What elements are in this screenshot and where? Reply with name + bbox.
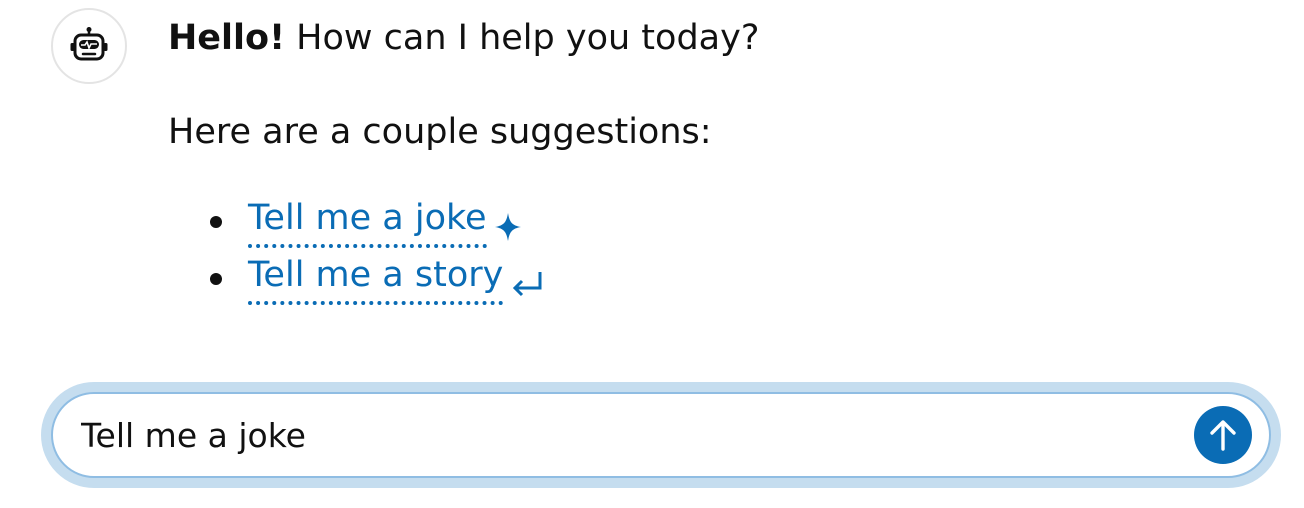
- suggestion-list: Tell me a joke Tell me a story: [168, 192, 1268, 306]
- suggestion-link-story[interactable]: Tell me a story: [248, 249, 504, 305]
- suggestion-link-joke[interactable]: Tell me a joke: [248, 192, 487, 248]
- composer: [41, 382, 1281, 488]
- assistant-message: Hello! How can I help you today? Here ar…: [168, 8, 1268, 306]
- suggestion-item: Tell me a story: [168, 249, 1268, 306]
- greeting-text: How can I help you today?: [285, 18, 760, 58]
- enter-icon: [509, 259, 545, 319]
- greeting-bold: Hello!: [168, 18, 286, 58]
- send-button[interactable]: [1194, 406, 1252, 464]
- suggestions-intro: Here are a couple suggestions:: [168, 112, 712, 152]
- suggestion-item: Tell me a joke: [168, 192, 1268, 249]
- assistant-avatar: [51, 8, 127, 84]
- bullet-dot: [210, 216, 222, 228]
- arrow-up-icon: [1210, 420, 1236, 451]
- greeting-line: Hello! How can I help you today?: [168, 8, 1268, 68]
- composer-box: [51, 392, 1271, 478]
- message-input[interactable]: [81, 404, 1181, 466]
- bullet-dot: [210, 273, 222, 285]
- robot-icon: [70, 27, 108, 61]
